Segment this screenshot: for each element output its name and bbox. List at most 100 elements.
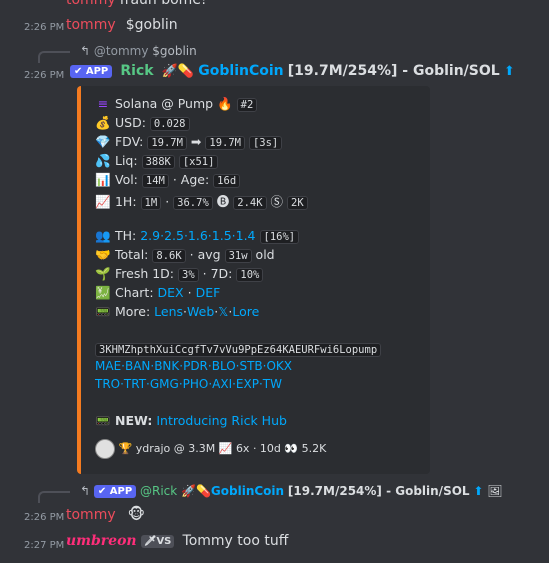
buys-value: 2.4K (233, 196, 267, 210)
embed-vol-line: 📊 Vol: 14M · Age: 16d (95, 172, 241, 188)
reply-connector (38, 51, 70, 63)
reply-mention[interactable]: @tommy (94, 44, 149, 58)
monkey-emoji-icon: 🐵 (127, 505, 146, 523)
role-badge: 🗡VS (140, 535, 175, 548)
reply-preview[interactable]: ↰ ✔ APP @Rick 🚀💊GoblinCoin [19.7M/254%] … (80, 484, 503, 498)
news-label: NEW: (114, 413, 153, 428)
avg-label: · avg (189, 247, 221, 262)
1h-volume: 1M (140, 196, 162, 210)
arrow-up-icon: ⬆ (503, 64, 515, 79)
lore-link[interactable]: Lore (232, 304, 259, 319)
app-badge: ✔ APP (70, 65, 113, 78)
message-header: ✔ APP Rick 🚀💊 GoblinCoin [19.7M/254%] - … (70, 63, 515, 79)
embed-fdv-line: 💎 FDV: 19.7M ➡ 19.7M [3s] (95, 134, 283, 150)
arrow-up-icon: ⬆ (473, 484, 484, 498)
chain-text: Solana @ Pump (114, 96, 214, 111)
footer-caller: ydrajo @ 3.3M (135, 442, 216, 455)
web-link[interactable]: Web (187, 304, 214, 319)
message-text: frauh bome! (119, 0, 207, 8)
sells-value: 2K (287, 196, 308, 210)
message-row: 2:27 PM (24, 537, 64, 552)
exchange-links-1[interactable]: MAE·BAN·BNK·PDR·BLO·STB·OKX (95, 359, 292, 373)
exchange-links-2[interactable]: TRO·TRT·GMG·PHO·AXI·EXP·TW (95, 377, 282, 391)
embed-usd-line: 💰 USD: 0.028 (95, 115, 190, 131)
fire-icon: 🔥 (217, 96, 233, 111)
message-row: 2:26 PM (24, 67, 64, 82)
reply-preview[interactable]: ↰ @tommy $goblin (80, 44, 197, 58)
x-link[interactable]: 𝕏 (218, 304, 228, 319)
total-value: 8.6K (152, 249, 186, 263)
embed-chain-line: ≡ Solana @ Pump 🔥 #2 (95, 96, 258, 112)
message-text: Tommy too tuff (182, 533, 289, 549)
username[interactable]: umbreon (66, 533, 137, 549)
chart-icon: 💹 (95, 285, 111, 300)
reply-text: $goblin (152, 44, 197, 58)
username[interactable]: tommy (66, 507, 116, 523)
dex-link[interactable]: DEX (158, 285, 184, 300)
coin-detail: [19.7M/254%] - Goblin/SOL (287, 484, 470, 498)
1h-label: 1H: (114, 194, 137, 209)
footer-avatar (95, 439, 115, 459)
embed-more-line: 📟 More: Lens·Web·𝕏·Lore (95, 304, 259, 320)
embed-fresh-line: 🌱 Fresh 1D: 3% · 7D: 10% (95, 266, 264, 282)
sell-icon: Ⓢ (270, 194, 284, 209)
age-label: · Age: (172, 172, 210, 187)
embed-address-line: 3KHMZhpthXuiCcgfTv7vVu9PpEz64KAEURFwi6Lo… (95, 341, 382, 357)
age-value: 16d (213, 174, 241, 188)
def-link[interactable]: DEF (196, 285, 221, 300)
message-content: tommy $goblin (66, 17, 178, 33)
7d-label: · 7D: (202, 266, 233, 281)
message-content: tommy 🐵 (66, 505, 145, 523)
username[interactable]: tommy (66, 17, 116, 33)
username[interactable]: Rick (120, 63, 153, 79)
more-label: More: (114, 304, 151, 319)
contract-address[interactable]: 3KHMZhpthXuiCcgfTv7vVu9PpEz64KAEURFwi6Lo… (95, 343, 382, 357)
timestamp: 2:27 PM (24, 540, 65, 551)
prev-message: tommy frauh bome! (66, 0, 207, 8)
embed-card: ≡ Solana @ Pump 🔥 #2 💰 USD: 0.028 💎 FDV:… (77, 86, 430, 474)
news-link[interactable]: Introducing Rick Hub (156, 413, 287, 428)
fdv-time: [3s] (248, 136, 283, 150)
badge-text: VS (156, 536, 172, 547)
embed-footer: 🏆 ydrajo @ 3.3M 📈 6x · 10d 👀 5.2K (95, 439, 326, 459)
footer-views: 5.2K (301, 442, 327, 455)
embed-total-line: 🤝 Total: 8.6K · avg 31w old (95, 247, 275, 263)
gem-icon: 💎 (95, 134, 111, 149)
trophy-icon: 🏆 (118, 442, 133, 455)
reply-arrow-icon: ↰ (80, 44, 91, 58)
fdv-value-now: 19.7M (205, 136, 245, 150)
chart-up-icon: 📈 (218, 442, 233, 455)
reply-arrow-icon: ↰ (80, 484, 91, 498)
footer-stats: 6x · 10d (235, 442, 281, 455)
bar-chart-icon: 📊 (95, 172, 111, 187)
pager-icon: 📟 (95, 304, 111, 319)
th-label: TH: (114, 228, 137, 243)
embed-chart-line: 💹 Chart: DEX · DEF (95, 285, 220, 301)
usd-value: 0.028 (149, 117, 190, 131)
liq-multiplier: [x51] (178, 155, 219, 169)
embed-th-line: 👥 TH: 2.9·2.5·1.6·1.5·1.4 [16%] (95, 228, 300, 244)
rocket-pill-icon: 🚀💊 (161, 64, 195, 79)
total-label: Total: (114, 247, 149, 262)
holders-links[interactable]: 2.9·2.5·1.6·1.5·1.4 (140, 228, 255, 243)
coin-link[interactable]: GoblinCoin (198, 63, 283, 79)
trend-up-icon: 📈 (95, 194, 111, 209)
embed-1h-line: 📈 1H: 1M · 36.7% 🅑 2.4K Ⓢ 2K (95, 191, 308, 210)
fresh-1d-value: 3% (178, 268, 199, 282)
lens-link[interactable]: Lens (154, 304, 183, 319)
users-icon: 👥 (95, 228, 111, 243)
coin-detail: [19.7M/254%] - Goblin/SOL (287, 63, 500, 79)
message-row: 2:26 PM (24, 509, 64, 524)
eyes-icon: 👀 (284, 442, 299, 455)
buy-icon: 🅑 (216, 194, 230, 209)
reply-mention[interactable]: @Rick (140, 484, 177, 498)
embed-news-line: 📟 NEW: Introducing Rick Hub (95, 413, 287, 429)
1h-change: 36.7% (173, 196, 213, 210)
username[interactable]: tommy (66, 0, 116, 8)
coin-link[interactable]: GoblinCoin (211, 484, 284, 498)
message-row: 2:26 PM (24, 19, 64, 34)
rank-code: #2 (236, 98, 258, 112)
fresh-label: Fresh 1D: (114, 266, 175, 281)
vol-label: Vol: (114, 172, 138, 187)
vol-value: 14M (141, 174, 169, 188)
